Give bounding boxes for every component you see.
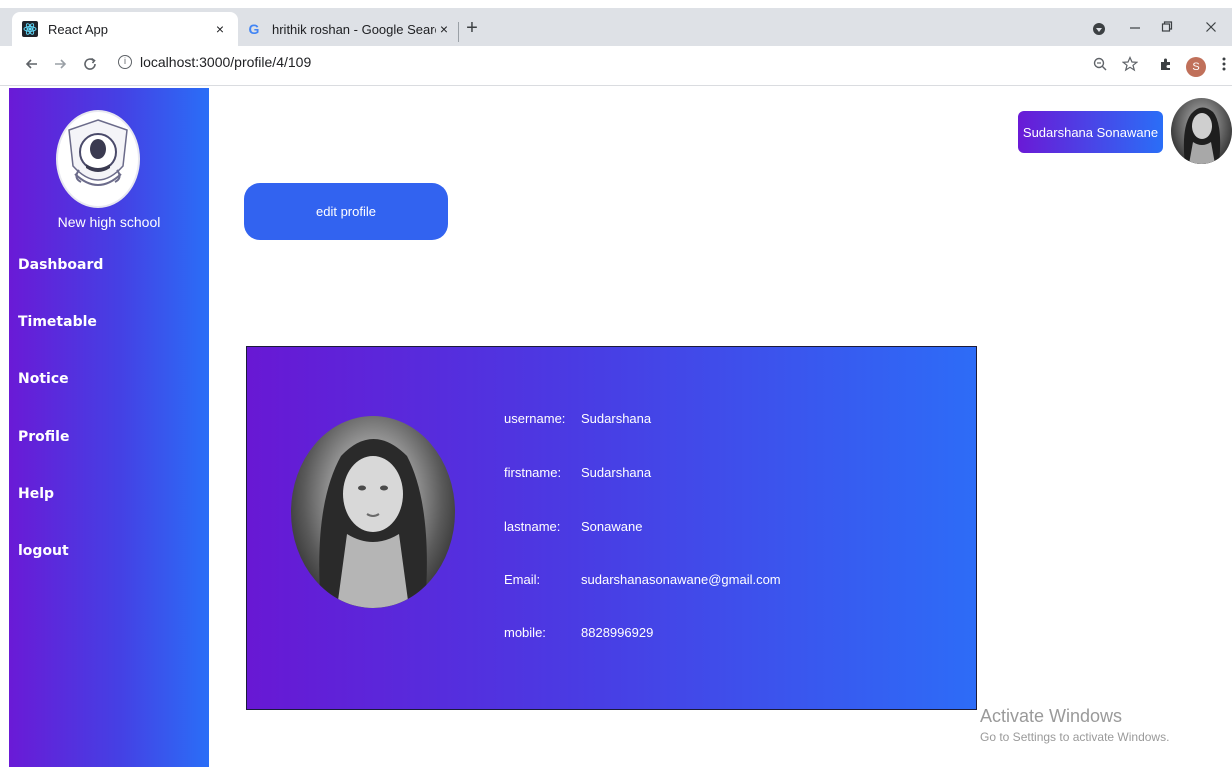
sidebar-item-logout[interactable]: logout xyxy=(18,543,69,559)
main-content: Sudarshana Sonawane edit profile usernam… xyxy=(209,88,1232,767)
extension-icon[interactable] xyxy=(1088,20,1110,40)
field-username: username: Sudarshana xyxy=(504,411,651,426)
user-name-badge[interactable]: Sudarshana Sonawane xyxy=(1018,111,1163,153)
address-bar[interactable]: i localhost:3000/profile/4/109 xyxy=(118,54,311,70)
sidebar-item-help[interactable]: Help xyxy=(18,486,54,502)
field-label: username: xyxy=(504,411,566,426)
close-window-icon[interactable] xyxy=(1200,20,1222,38)
activate-windows-watermark: Activate Windows Go to Settings to activ… xyxy=(980,706,1169,744)
sidebar: New high school Dashboard Timetable Noti… xyxy=(9,88,209,767)
field-label: firstname: xyxy=(504,465,562,480)
extensions-puzzle-icon[interactable] xyxy=(1156,56,1176,76)
watermark-title: Activate Windows xyxy=(980,706,1123,726)
forward-icon[interactable] xyxy=(50,56,70,77)
field-mobile: mobile: 8828996929 xyxy=(504,625,653,640)
profile-photo xyxy=(291,416,455,608)
bookmark-star-icon[interactable] xyxy=(1120,56,1140,76)
sidebar-item-timetable[interactable]: Timetable xyxy=(18,314,97,330)
field-value: 8828996929 xyxy=(581,625,654,640)
sidebar-item-profile[interactable]: Profile xyxy=(18,429,69,445)
tab-react-app[interactable]: React App × xyxy=(12,12,238,46)
info-icon[interactable]: i xyxy=(118,55,132,69)
menu-kebab-icon[interactable] xyxy=(1214,56,1232,76)
watermark-subtitle: Go to Settings to activate Windows. xyxy=(980,730,1170,744)
reload-icon[interactable] xyxy=(80,56,100,77)
edit-profile-button[interactable]: edit profile xyxy=(244,183,448,240)
tab-divider xyxy=(458,22,459,42)
browser-chrome: React App × G hrithik roshan - Google Se… xyxy=(0,0,1232,88)
minimize-icon[interactable] xyxy=(1124,20,1146,38)
restore-icon[interactable] xyxy=(1156,20,1178,38)
field-value: Sudarshana xyxy=(581,465,652,480)
tab-title: React App xyxy=(48,21,108,37)
back-icon[interactable] xyxy=(22,56,42,77)
tab-google-search[interactable]: G hrithik roshan - Google Search × xyxy=(240,12,458,46)
tab-title: hrithik roshan - Google Search xyxy=(272,21,436,37)
field-label: mobile: xyxy=(504,625,546,640)
field-value: Sudarshana xyxy=(581,411,652,426)
field-lastname: lastname: Sonawane xyxy=(504,519,642,534)
profile-card: username: Sudarshana firstname: Sudarsha… xyxy=(246,346,977,710)
tab-close-icon[interactable]: × xyxy=(436,21,452,37)
field-label: lastname: xyxy=(504,519,561,534)
new-tab-button[interactable]: + xyxy=(460,16,484,40)
user-avatar[interactable] xyxy=(1171,98,1232,164)
field-value: Sonawane xyxy=(581,519,643,534)
field-value: sudarshanasonawane@gmail.com xyxy=(581,572,781,587)
sidebar-item-dashboard[interactable]: Dashboard xyxy=(18,257,103,273)
field-label: Email: xyxy=(504,572,541,587)
field-firstname: firstname: Sudarshana xyxy=(504,465,651,480)
url-text: localhost:3000/profile/4/109 xyxy=(140,54,312,70)
sidebar-item-notice[interactable]: Notice xyxy=(18,371,69,387)
tab-close-icon[interactable]: × xyxy=(212,21,228,37)
svg-text:G: G xyxy=(249,21,260,37)
profile-avatar-icon[interactable]: S xyxy=(1186,57,1206,77)
zoom-icon[interactable] xyxy=(1090,56,1110,76)
react-icon xyxy=(22,21,38,37)
google-icon: G xyxy=(246,21,262,37)
school-logo xyxy=(56,110,140,208)
tab-bar: React App × G hrithik roshan - Google Se… xyxy=(0,8,1232,46)
school-name: New high school xyxy=(57,214,161,230)
browser-toolbar: i localhost:3000/profile/4/109 S xyxy=(0,46,1232,86)
field-email: Email: sudarshanasonawane@gmail.com xyxy=(504,572,781,587)
